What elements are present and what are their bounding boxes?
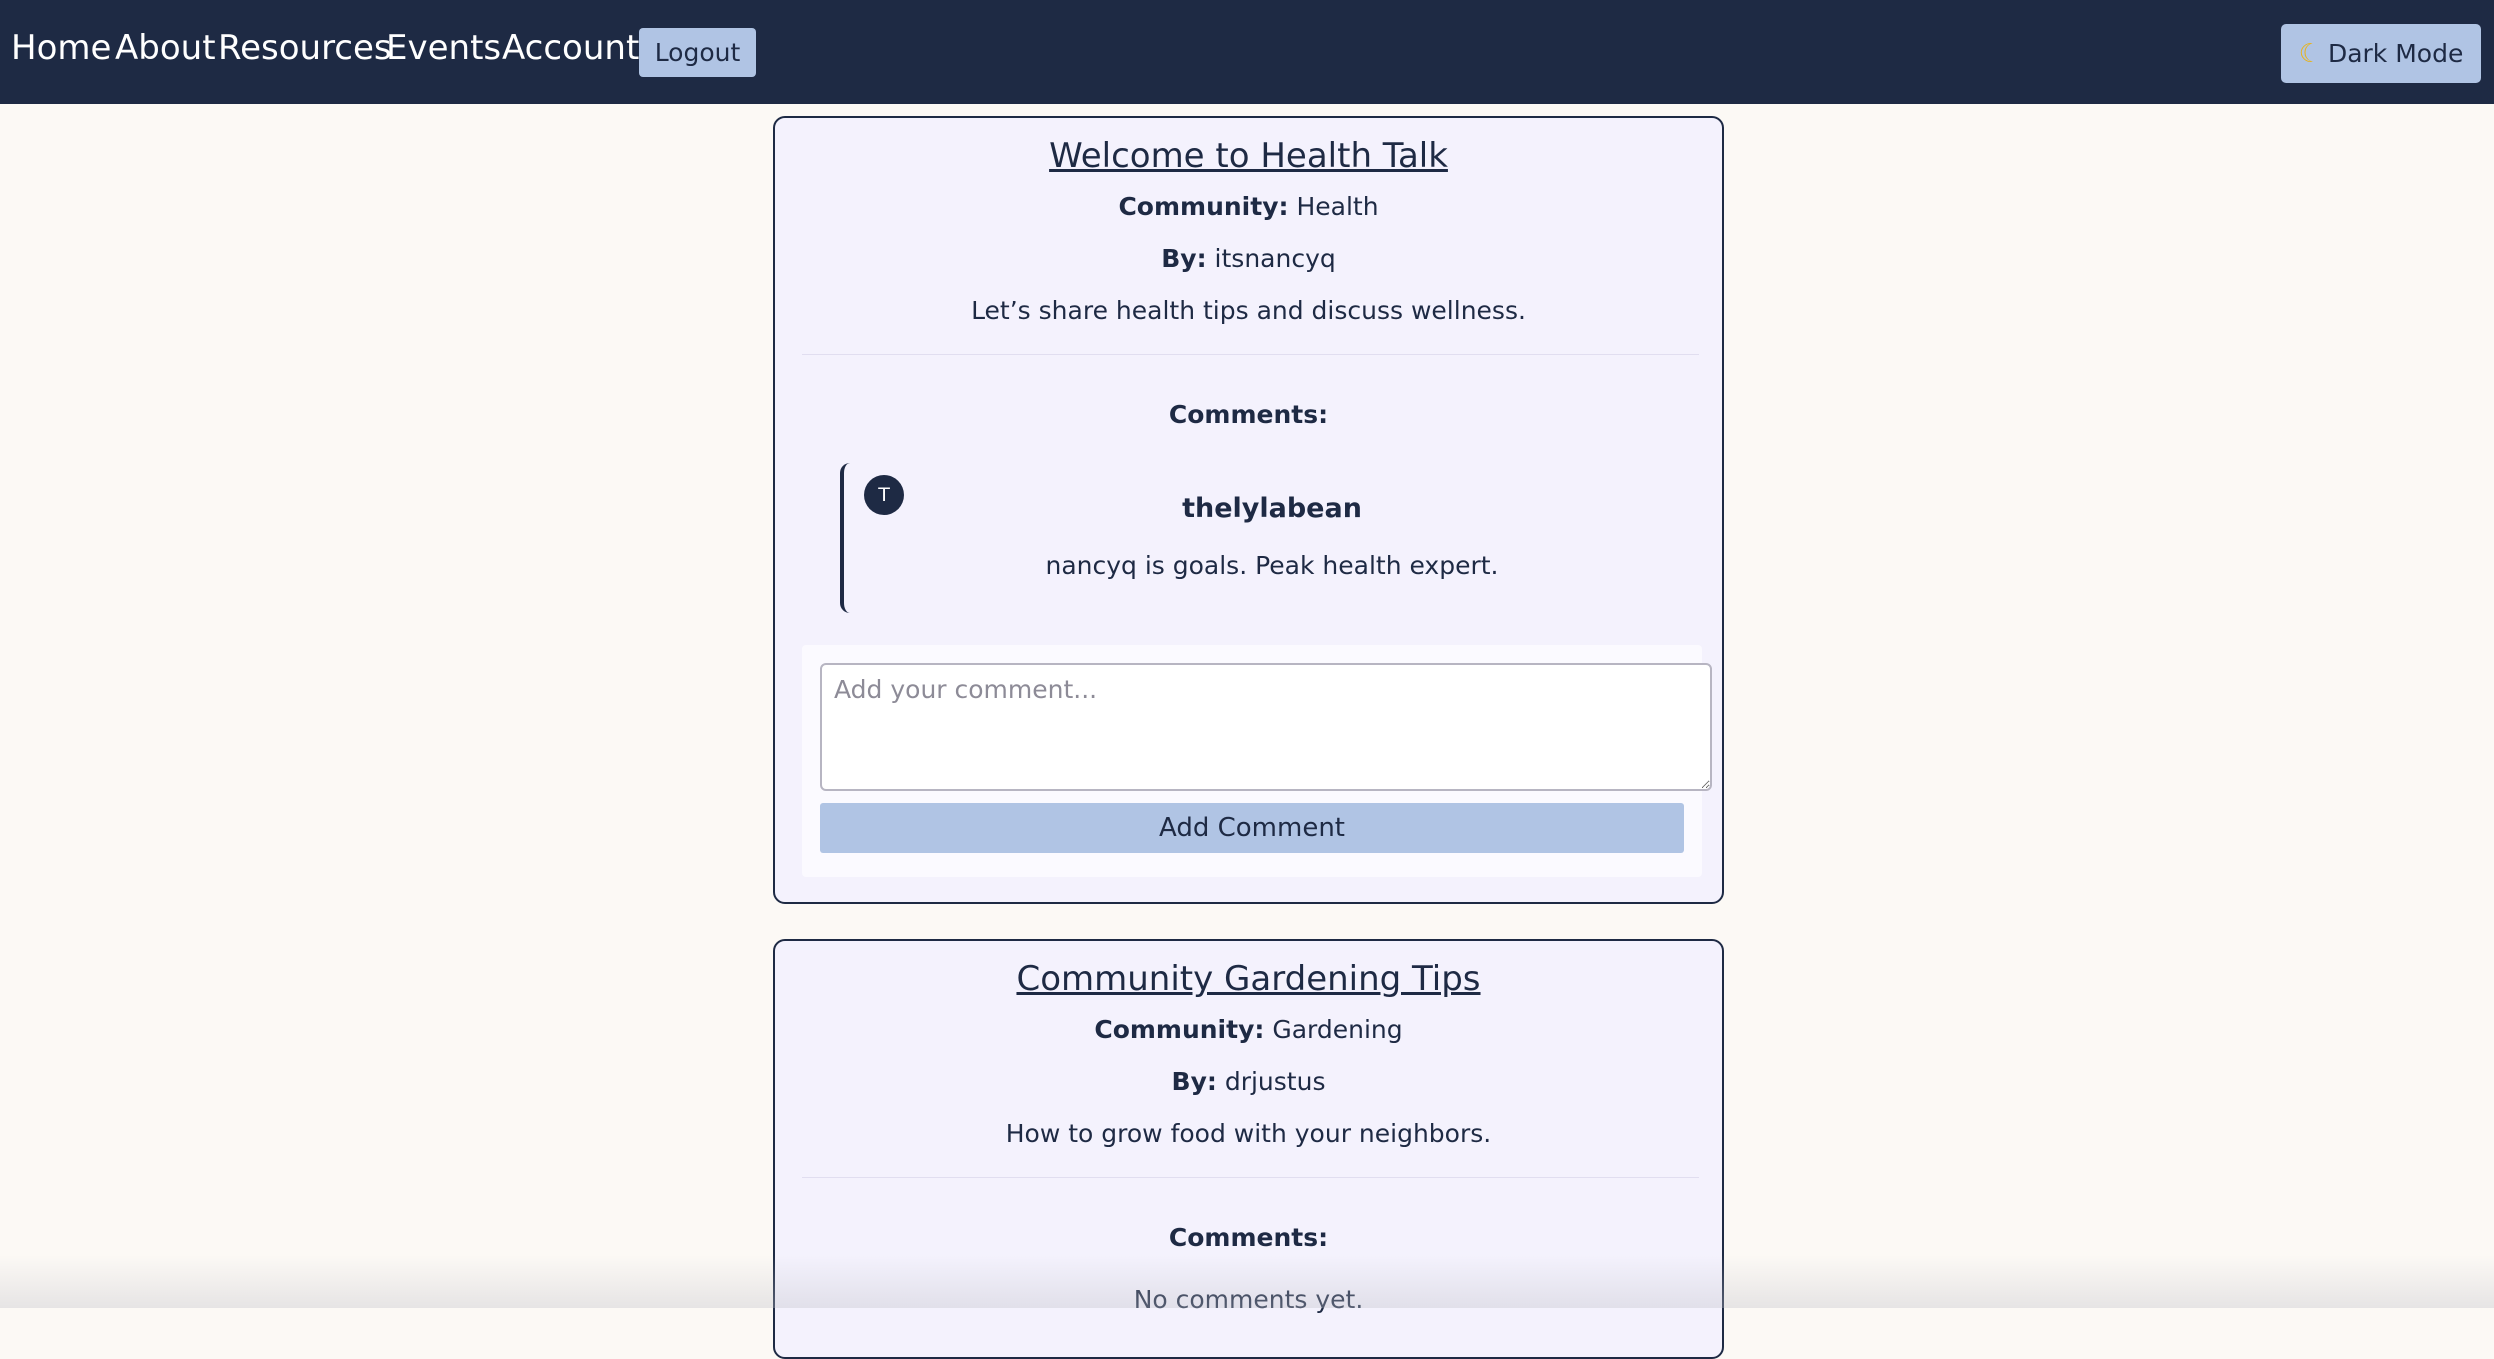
no-comments-text: No comments yet. xyxy=(1133,1285,1364,1314)
nav-link-resources[interactable]: Resources xyxy=(218,22,392,74)
post-card: Welcome to Health Talk Community: Health… xyxy=(773,116,1724,904)
divider xyxy=(802,354,1699,355)
post-author: By: drjustus xyxy=(775,1067,1722,1096)
author-value: drjustus xyxy=(1224,1067,1326,1096)
post-description: Let’s share health tips and discuss well… xyxy=(971,296,1526,325)
comments-heading: Comments: xyxy=(1168,400,1329,429)
nav-link-events[interactable]: Events xyxy=(386,22,501,74)
add-comment-button[interactable]: Add Comment xyxy=(820,803,1684,853)
post-title[interactable]: Welcome to Health Talk xyxy=(775,136,1722,176)
community-label: Community: xyxy=(1118,192,1289,221)
nav-link-home[interactable]: Home xyxy=(11,22,111,74)
navbar: Home About Resources Events Account Logo… xyxy=(0,0,2494,104)
by-label: By: xyxy=(1171,1067,1217,1096)
comment-form: Add Comment xyxy=(802,645,1712,877)
moon-icon: ☾ xyxy=(2298,38,2322,69)
comment-text: nancyq is goals. Peak health expert. xyxy=(1045,551,1499,580)
comments-heading: Comments: xyxy=(1168,1223,1329,1252)
post-community: Community: Gardening xyxy=(775,1015,1722,1044)
logout-button[interactable]: Logout xyxy=(639,28,756,77)
community-label: Community: xyxy=(1094,1015,1265,1044)
community-value: Health xyxy=(1296,192,1379,221)
dark-mode-button[interactable]: ☾ Dark Mode xyxy=(2281,24,2481,83)
dark-mode-label: Dark Mode xyxy=(2327,38,2464,68)
nav-link-about[interactable]: About xyxy=(115,22,216,74)
by-label: By: xyxy=(1161,244,1207,273)
community-value: Gardening xyxy=(1272,1015,1403,1044)
post-card: Community Gardening Tips Community: Gard… xyxy=(773,939,1724,1359)
comment-author: thelylabean xyxy=(1182,493,1362,524)
nav-link-account[interactable]: Account xyxy=(502,22,639,74)
comment-item: T thelylabean nancyq is goals. Peak heal… xyxy=(840,463,1700,613)
comment-input[interactable] xyxy=(820,663,1712,791)
post-title[interactable]: Community Gardening Tips xyxy=(775,959,1722,999)
post-description: How to grow food with your neighbors. xyxy=(1005,1119,1492,1148)
post-community: Community: Health xyxy=(775,192,1722,221)
post-author: By: itsnancyq xyxy=(775,244,1722,273)
divider xyxy=(802,1177,1699,1178)
author-value: itsnancyq xyxy=(1214,244,1336,273)
